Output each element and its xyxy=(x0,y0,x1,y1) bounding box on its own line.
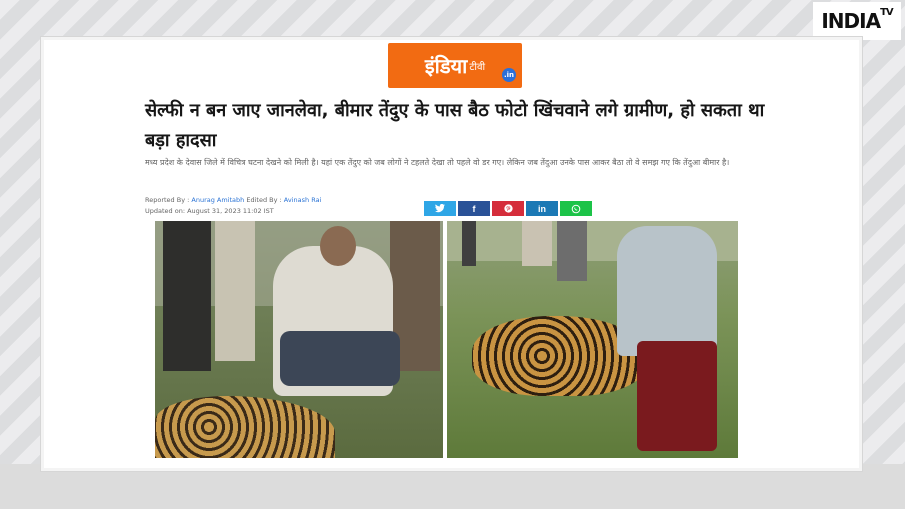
site-logo[interactable]: इंडिया टीवी .in xyxy=(388,43,522,88)
linkedin-share-button[interactable]: in xyxy=(526,201,558,216)
article-summary: मध्य प्रदेश के देवास जिले में विचित्र घट… xyxy=(145,158,730,167)
whatsapp-icon xyxy=(571,204,581,213)
site-logo-tv: टीवी xyxy=(469,61,486,73)
article-meta: Reported By : Anurag Amitabh Edited By :… xyxy=(145,195,321,217)
photo-bystander-legs xyxy=(522,221,552,266)
photo-villager-face xyxy=(320,226,356,266)
photo-leopard-lying xyxy=(155,396,335,458)
article-headline: सेल्फी न बन जाए जानलेवा, बीमार तेंदुए के… xyxy=(145,100,765,151)
photo-bystander-legs xyxy=(557,221,587,281)
article-screenshot-card: इंडिया टीवी .in सेल्फी न बन जाए जानलेवा,… xyxy=(41,37,862,471)
indiatv-corner-logo: INDIATV xyxy=(813,2,901,40)
whatsapp-share-button[interactable] xyxy=(560,201,592,216)
photo-villager-jeans xyxy=(280,331,400,386)
facebook-share-button[interactable]: f xyxy=(458,201,490,216)
corner-logo-suffix: TV xyxy=(880,7,894,18)
twitter-share-button[interactable] xyxy=(424,201,456,216)
facebook-icon: f xyxy=(472,203,476,214)
linkedin-icon: in xyxy=(538,203,546,214)
pinterest-share-button[interactable] xyxy=(492,201,524,216)
site-logo-domain: .in xyxy=(502,68,516,82)
site-logo-text: इंडिया xyxy=(424,54,468,78)
pinterest-icon xyxy=(503,204,513,213)
byline: Reported By : Anurag Amitabh Edited By :… xyxy=(145,195,321,206)
photo-person-legs xyxy=(215,221,255,361)
photo-man-shirt xyxy=(617,226,717,356)
updated-timestamp: Updated on: August 31, 2023 11:02 IST xyxy=(145,207,274,215)
edited-by-label: Edited By : xyxy=(246,196,282,204)
reported-by-label: Reported By : xyxy=(145,196,190,204)
photo-bystander-legs xyxy=(462,221,476,266)
twitter-icon xyxy=(435,204,445,213)
photo-person-legs xyxy=(163,221,211,371)
editor-link[interactable]: Avinash Rai xyxy=(284,196,322,204)
corner-logo-brand: INDIA xyxy=(821,9,881,33)
news-photo-man-touching-leopard xyxy=(447,221,738,458)
news-photo-villager-with-leopard xyxy=(155,221,443,458)
share-bar: f in xyxy=(424,201,592,216)
reporter-link[interactable]: Anurag Amitabh xyxy=(191,196,244,204)
photo-man-trousers xyxy=(637,341,717,451)
